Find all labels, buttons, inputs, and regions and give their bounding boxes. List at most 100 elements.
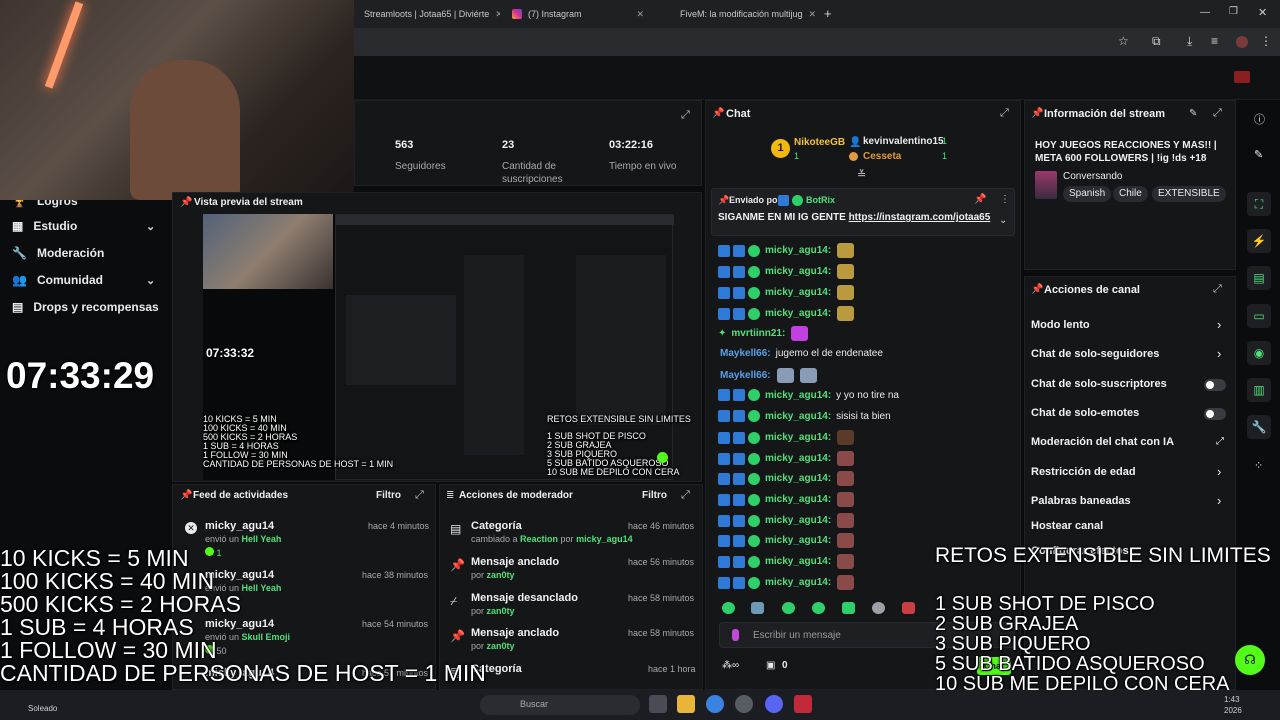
sidebar-item-estudio[interactable]: ▦ Estudio ⌄: [12, 219, 162, 233]
broadcast-icon[interactable]: ◉: [1247, 341, 1271, 365]
expand-icon[interactable]: ⤢: [1213, 283, 1222, 296]
chat-bubble-icon[interactable]: ▭: [1247, 304, 1271, 328]
support-headset-icon[interactable]: ☊: [1235, 645, 1265, 675]
discord-icon[interactable]: [765, 695, 783, 713]
chat-username[interactable]: micky_agu14:: [765, 515, 831, 526]
chat-message[interactable]: Maykell66:: [718, 368, 817, 383]
chevron-right-icon[interactable]: ›: [1217, 317, 1221, 332]
chevron-right-icon[interactable]: ›: [1217, 346, 1221, 361]
chat-message[interactable]: micky_agu14:: [718, 554, 855, 569]
expand-icon[interactable]: ⤢: [681, 489, 690, 502]
mod-filter-button[interactable]: Filtro: [642, 490, 667, 501]
sidebar-item-comunidad[interactable]: 👥 Comunidad ⌄: [12, 273, 162, 287]
chat-username[interactable]: micky_agu14:: [765, 390, 831, 401]
chat-message[interactable]: micky_agu14:: [718, 513, 855, 528]
download-icon[interactable]: ⤓: [1187, 34, 1192, 49]
chat-username[interactable]: micky_agu14:: [765, 308, 831, 319]
mod-detail-user[interactable]: zan0ty: [487, 641, 515, 651]
chat-message[interactable]: micky_agu14: y yo no tire na: [718, 389, 899, 401]
new-tab-button[interactable]: +: [824, 6, 832, 21]
wrench-icon[interactable]: 🔧: [1247, 415, 1271, 439]
emote-icon[interactable]: [782, 602, 795, 614]
chat-username[interactable]: micky_agu14:: [765, 577, 831, 588]
chat-message[interactable]: micky_agu14:: [718, 471, 855, 486]
pinned-message[interactable]: 📌 Enviado por BotRix 📌 ⋮ SIGANME EN MI I…: [711, 188, 1015, 236]
settings-icon[interactable]: [735, 695, 753, 713]
chat-message[interactable]: micky_agu14:: [718, 575, 855, 590]
channel-action-0[interactable]: Modo lento: [1031, 319, 1090, 331]
toggle-switch[interactable]: [1204, 379, 1226, 391]
chat-username[interactable]: micky_agu14:: [765, 287, 831, 298]
channel-action-3[interactable]: Chat de solo-emotes: [1031, 407, 1139, 419]
expand-icon[interactable]: ⤢: [415, 489, 424, 502]
bookmark-star-icon[interactable]: ☆: [1118, 34, 1129, 48]
chat-message[interactable]: micky_agu14: sisisi ta bien: [718, 410, 891, 422]
chat-username[interactable]: micky_agu14:: [765, 453, 831, 464]
close-icon[interactable]: ✕: [809, 9, 816, 20]
pin-icon[interactable]: 📌: [974, 194, 986, 205]
edit-icon[interactable]: ✎: [1189, 108, 1197, 119]
chat-message[interactable]: micky_agu14:: [718, 264, 855, 279]
chat-username[interactable]: micky_agu14:: [765, 266, 831, 277]
emote-icon[interactable]: [872, 602, 885, 614]
mod-detail-user[interactable]: zan0ty: [487, 570, 515, 580]
collapse-icon[interactable]: ≚: [857, 168, 866, 181]
channel-action-1[interactable]: Chat de solo-seguidores: [1031, 348, 1159, 360]
minimize-icon[interactable]: —: [1200, 7, 1210, 18]
task-view-icon[interactable]: [649, 695, 667, 713]
more-dots-icon[interactable]: ⋮: [1000, 194, 1010, 205]
microphone-icon[interactable]: [732, 629, 739, 641]
close-window-icon[interactable]: ✕: [1258, 6, 1267, 19]
chat-message[interactable]: micky_agu14:: [718, 492, 855, 507]
emote-icon[interactable]: [722, 602, 735, 614]
emote-icon[interactable]: [902, 602, 915, 614]
channel-action-6[interactable]: Palabras baneadas: [1031, 495, 1131, 507]
maximize-icon[interactable]: ❐: [1229, 6, 1238, 17]
channel-action-7[interactable]: Hostear canal: [1031, 520, 1103, 532]
user-avatar[interactable]: [1234, 71, 1250, 83]
stream-preview-video[interactable]: 07:33:32 10 KICKS = 5 MIN 100 KICKS = 40…: [203, 214, 691, 480]
file-explorer-icon[interactable]: [677, 695, 695, 713]
chat-username[interactable]: micky_agu14:: [765, 556, 831, 567]
layout-icon[interactable]: ▥: [1247, 378, 1271, 402]
users-icon[interactable]: ⁂∞: [722, 660, 739, 671]
mod-detail-user[interactable]: micky_agu14: [576, 534, 633, 544]
chat-message[interactable]: micky_agu14:: [718, 533, 855, 548]
profile-avatar[interactable]: [1236, 36, 1248, 48]
chrome-icon[interactable]: [706, 695, 724, 713]
tab-instagram[interactable]: (7) Instagram ✕: [502, 3, 654, 25]
expand-icon[interactable]: ⤢: [681, 109, 690, 122]
expand-icon[interactable]: ⤢: [1213, 107, 1222, 120]
tab-fivem[interactable]: FiveM: la modificación multijug ✕: [664, 3, 816, 25]
chevron-right-icon[interactable]: ›: [1217, 493, 1221, 508]
document-icon[interactable]: ▤: [1247, 266, 1271, 290]
chat-username[interactable]: Maykell66:: [720, 348, 771, 359]
chat-message[interactable]: Maykell66: jugemo el de endenatee: [718, 348, 883, 359]
chat-message[interactable]: micky_agu14:: [718, 430, 855, 445]
extensions-icon[interactable]: ⧉: [1152, 34, 1161, 49]
chat-username[interactable]: Maykell66:: [720, 370, 771, 381]
chat-message[interactable]: ✦ mvrtiinn21:: [718, 326, 809, 341]
close-icon[interactable]: ✕: [495, 9, 500, 20]
chat-message[interactable]: micky_agu14:: [718, 243, 855, 258]
media-icon[interactable]: ≡: [1211, 34, 1218, 48]
feed-filter-button[interactable]: Filtro: [376, 490, 401, 501]
close-icon[interactable]: ✕: [636, 9, 644, 20]
mod-detail-user[interactable]: zan0ty: [487, 606, 515, 616]
gift-icon[interactable]: ▣: [766, 660, 775, 671]
chevron-right-icon[interactable]: ›: [1217, 464, 1221, 479]
pinned-link[interactable]: https://instagram.com/jotaa65: [849, 212, 991, 223]
chat-username[interactable]: micky_agu14:: [765, 473, 831, 484]
tab-streamloots[interactable]: Streamloots | Jotaa65 | Diviérte ✕: [354, 3, 500, 25]
menu-dots-icon[interactable]: ⋮: [1260, 34, 1272, 48]
emote-icon[interactable]: [812, 602, 825, 614]
app-icon[interactable]: [794, 695, 812, 713]
info-icon[interactable]: ⓘ: [1254, 111, 1265, 127]
lightning-icon[interactable]: ⚡: [1247, 229, 1271, 253]
settings-dots-icon[interactable]: ⁘: [1254, 459, 1263, 472]
pencil-icon[interactable]: ✎: [1254, 148, 1263, 161]
channel-action-4[interactable]: Moderación del chat con IA: [1031, 436, 1174, 448]
chat-message[interactable]: micky_agu14:: [718, 451, 855, 466]
channel-action-5[interactable]: Restricción de edad: [1031, 466, 1136, 478]
chat-username[interactable]: mvrtiinn21:: [731, 328, 785, 339]
